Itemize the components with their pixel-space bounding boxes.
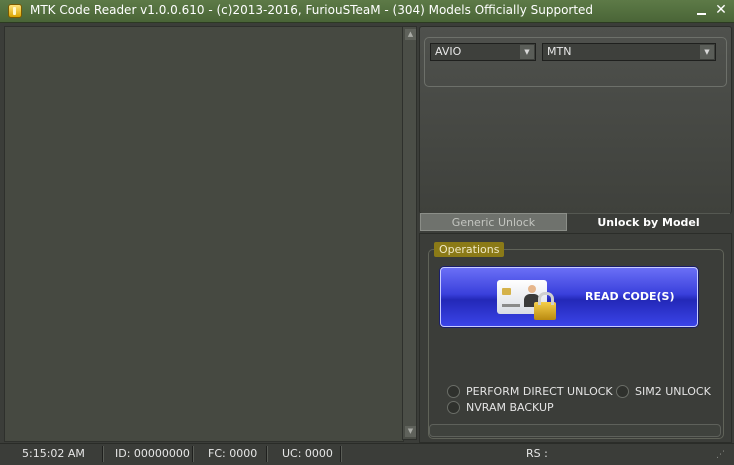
status-divider	[102, 446, 104, 462]
minimize-icon	[696, 13, 706, 15]
tab-generic-unlock[interactable]: Generic Unlock	[420, 213, 567, 231]
card-lines	[502, 304, 520, 307]
carrier-select-value: MTN	[547, 45, 572, 58]
chevron-down-icon[interactable]: ▼	[700, 45, 714, 59]
close-button[interactable]: ✕	[712, 1, 730, 19]
window-title: MTK Code Reader v1.0.0.610 - (c)2013-201…	[30, 3, 594, 17]
log-output[interactable]	[4, 26, 404, 442]
status-fc: FC: 0000	[208, 447, 258, 460]
card-chip	[502, 288, 511, 295]
status-bar: 5:15:02 AM ID: 00000000 FC: 0000 UC: 000…	[0, 443, 734, 465]
sim2-unlock-label: SIM2 UNLOCK	[635, 385, 711, 398]
nvram-backup-label: NVRAM BACKUP	[466, 401, 554, 414]
status-divider	[192, 446, 194, 462]
minimize-button[interactable]	[692, 1, 710, 19]
operations-panel: Operations READ CODE(S) PERFORM DIRECT U…	[419, 233, 732, 443]
read-codes-label: READ CODE(S)	[585, 290, 675, 303]
model-selection-panel: AVIO ▼ MTN ▼	[419, 26, 732, 214]
checkbox-indicator[interactable]	[447, 385, 460, 398]
status-rs: RS :	[526, 447, 548, 460]
checkbox-indicator[interactable]	[447, 401, 460, 414]
carrier-select[interactable]: MTN ▼	[542, 43, 716, 61]
direct-unlock-label: PERFORM DIRECT UNLOCK	[466, 385, 613, 398]
lock-icon	[534, 292, 556, 320]
resize-grip-icon[interactable]: ⋰	[716, 448, 730, 462]
chevron-down-icon[interactable]: ▼	[520, 45, 534, 59]
log-scrollbar[interactable]: ▲ ▼	[402, 26, 417, 440]
status-id: ID: 00000000	[115, 447, 190, 460]
brand-select-value: AVIO	[435, 45, 462, 58]
operations-legend: Operations	[434, 242, 505, 257]
title-bar: MTK Code Reader v1.0.0.610 - (c)2013-201…	[0, 0, 734, 23]
app-icon	[8, 4, 22, 18]
brand-select[interactable]: AVIO ▼	[430, 43, 536, 61]
read-codes-button[interactable]: READ CODE(S)	[440, 267, 698, 327]
status-divider	[340, 446, 342, 462]
status-divider	[266, 446, 268, 462]
status-time: 5:15:02 AM	[22, 447, 85, 460]
progress-bar	[429, 424, 721, 437]
status-uc: UC: 0000	[282, 447, 333, 460]
tab-unlock-by-model[interactable]: Unlock by Model	[567, 213, 730, 231]
scroll-down-icon[interactable]: ▼	[405, 426, 416, 437]
checkbox-indicator[interactable]	[616, 385, 629, 398]
scroll-up-icon[interactable]: ▲	[405, 29, 416, 40]
